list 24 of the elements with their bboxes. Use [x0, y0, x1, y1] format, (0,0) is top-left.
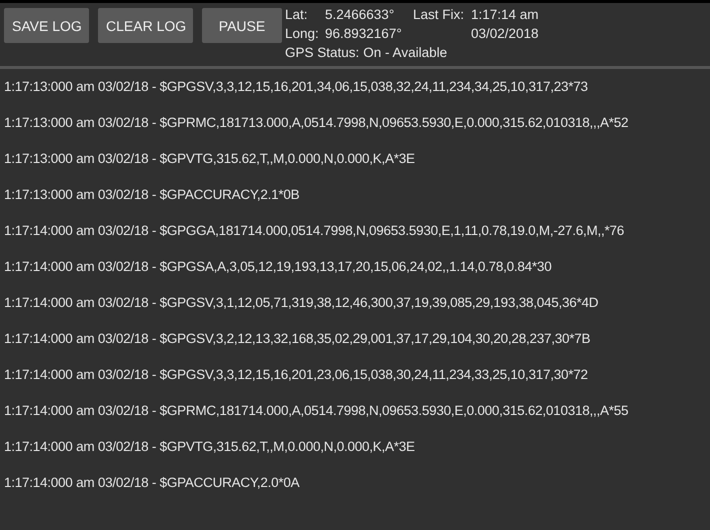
log-line: 1:17:14:000 am 03/02/18 - $GPRMC,181714.000,A,0514.7998,N,09653.5930,E,0.000,315.62,010318,,,A*55: [4, 403, 630, 420]
log-line: 1:17:14:000 am 03/02/18 - $GPGSV,3,1,12,05,71,319,38,12,46,300,37,19,39,085,29,193,38,045,36*4D: [4, 295, 600, 312]
last-fix-time: 1:17:14 am: [471, 6, 539, 24]
last-fix-date: 03/02/2018: [471, 25, 539, 43]
gps-status-value: On - Available: [363, 44, 448, 62]
log-line: 1:17:14:000 am 03/02/18 - $GPGSV,3,3,12,15,16,201,23,06,15,038,30,24,11,234,33,25,10,317,30*72: [4, 367, 589, 384]
log-line: 1:17:13:000 am 03/02/18 - $GPGSV,3,3,12,15,16,201,34,06,15,038,32,24,11,234,34,25,10,317,23*73: [4, 79, 589, 96]
last-fix-label: Last Fix:: [413, 6, 466, 24]
log-line: 1:17:14:000 am 03/02/18 - $GPGSA,A,3,05,12,19,193,13,17,20,15,06,24,02,,1.14,0.78,0.84*30: [4, 259, 552, 276]
gps-status-label: GPS Status:: [285, 44, 360, 62]
log-line: 1:17:14:000 am 03/02/18 - $GPGSV,3,2,12,13,32,168,35,02,29,001,37,17,29,104,30,20,28,237,30*7B: [4, 331, 592, 348]
log-line: 1:17:14:000 am 03/02/18 - $GPVTG,315.62,T,,M,0.000,N,0.000,K,A*3E: [4, 439, 416, 456]
log-line: 1:17:13:000 am 03/02/18 - $GPVTG,315.62,T,,M,0.000,N,0.000,K,A*3E: [4, 151, 416, 168]
log-line: 1:17:13:000 am 03/02/18 - $GPRMC,181713.000,A,0514.7998,N,09653.5930,E,0.000,315.62,010318,,,A*52: [4, 115, 630, 132]
toolbar-button[interactable]: PAUSE: [202, 8, 282, 43]
long-value: 96.8932167°: [325, 25, 403, 43]
toolbar-button[interactable]: SAVE LOG: [4, 8, 89, 43]
log-line: 1:17:14:000 am 03/02/18 - $GPACCURACY,2.0*0A: [4, 475, 300, 492]
lat-value: 5.2466633°: [325, 6, 396, 24]
log-line: 1:17:13:000 am 03/02/18 - $GPACCURACY,2.1*0B: [4, 187, 300, 204]
long-label: Long:: [285, 25, 320, 43]
toolbar-button[interactable]: CLEAR LOG: [98, 8, 193, 43]
lat-label: Lat:: [285, 6, 309, 24]
log-line: 1:17:14:000 am 03/02/18 - $GPGGA,181714.000,0514.7998,N,09653.5930,E,1,11,0.78,19.0,M,-27.6,M,,*76: [4, 223, 625, 240]
